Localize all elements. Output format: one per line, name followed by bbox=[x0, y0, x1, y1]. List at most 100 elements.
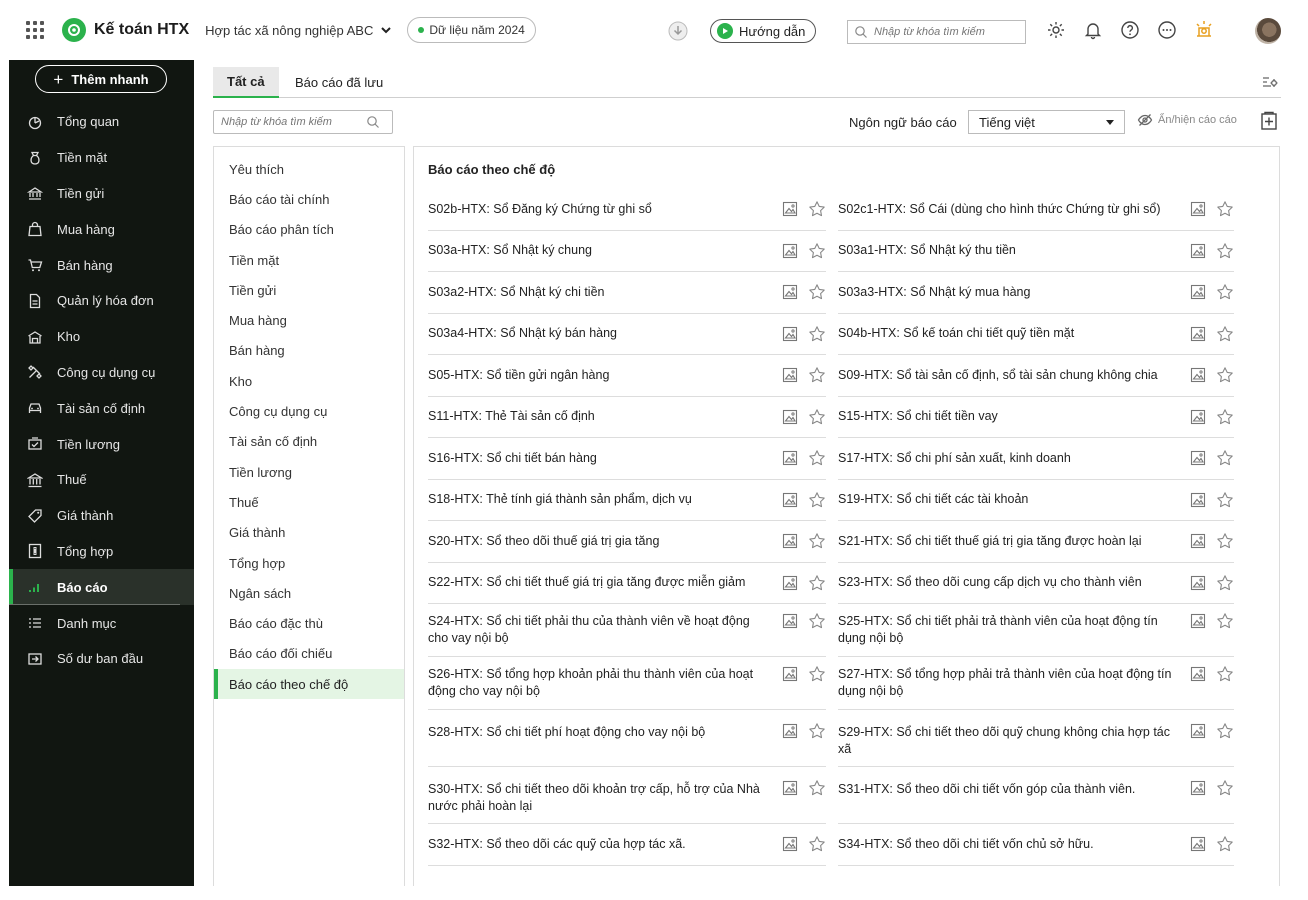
report-preview-icon[interactable] bbox=[782, 201, 798, 217]
star-favorite-icon[interactable] bbox=[808, 325, 826, 343]
report-item[interactable]: S02b-HTX: Sổ Đăng ký Chứng từ ghi sổ bbox=[428, 189, 826, 231]
report-name[interactable]: S22-HTX: Sổ chi tiết thuế giá trị gia tă… bbox=[428, 574, 745, 591]
report-item[interactable]: S23-HTX: Sổ theo dõi cung cấp dịch vụ ch… bbox=[838, 563, 1234, 604]
report-name[interactable]: S16-HTX: Sổ chi tiết bán hàng bbox=[428, 450, 597, 467]
report-preview-icon[interactable] bbox=[782, 243, 798, 259]
star-favorite-icon[interactable] bbox=[808, 722, 826, 740]
report-name[interactable]: S09-HTX: Sổ tài sản cố định, sổ tài sản … bbox=[838, 367, 1158, 384]
category-item[interactable]: Báo cáo tài chính bbox=[214, 184, 404, 214]
star-favorite-icon[interactable] bbox=[1216, 242, 1234, 260]
category-item[interactable]: Tổng hợp bbox=[214, 548, 404, 578]
report-preview-icon[interactable] bbox=[1190, 284, 1206, 300]
category-item[interactable]: Mua hàng bbox=[214, 305, 404, 335]
app-logo[interactable]: Kế toán HTX bbox=[62, 18, 189, 42]
star-favorite-icon[interactable] bbox=[1216, 408, 1234, 426]
sidebar-item[interactable]: Công cụ dụng cụ bbox=[9, 355, 194, 391]
report-name[interactable]: S05-HTX: Sổ tiền gửi ngân hàng bbox=[428, 367, 609, 384]
help-icon[interactable] bbox=[1119, 19, 1141, 41]
sidebar-item[interactable]: Báo cáo bbox=[9, 569, 194, 606]
report-preview-icon[interactable] bbox=[782, 284, 798, 300]
report-item[interactable]: S26-HTX: Sổ tổng hợp khoản phải thu thàn… bbox=[428, 657, 826, 710]
sidebar-item[interactable]: Giá thành bbox=[9, 498, 194, 534]
report-item[interactable]: S15-HTX: Sổ chi tiết tiền vay bbox=[838, 397, 1234, 438]
sidebar-item[interactable]: Kho bbox=[9, 319, 194, 355]
report-name[interactable]: S27-HTX: Sổ tổng hợp phải trả thành viên… bbox=[838, 666, 1172, 700]
report-name[interactable]: S15-HTX: Sổ chi tiết tiền vay bbox=[838, 408, 998, 425]
report-name[interactable]: S03a4-HTX: Sổ Nhật ký bán hàng bbox=[428, 325, 617, 342]
report-preview-icon[interactable] bbox=[1190, 409, 1206, 425]
sidebar-item[interactable]: Tổng quan bbox=[9, 104, 194, 140]
report-preview-icon[interactable] bbox=[1190, 836, 1206, 852]
report-name[interactable]: S34-HTX: Sổ theo dõi chi tiết vốn chủ sở… bbox=[838, 836, 1094, 853]
star-favorite-icon[interactable] bbox=[1216, 449, 1234, 467]
category-item[interactable]: Báo cáo đặc thù bbox=[214, 608, 404, 638]
report-search[interactable] bbox=[213, 110, 393, 134]
report-preview-icon[interactable] bbox=[1190, 492, 1206, 508]
report-preview-icon[interactable] bbox=[782, 492, 798, 508]
report-item[interactable]: S03a2-HTX: Sổ Nhật ký chi tiền bbox=[428, 272, 826, 314]
tab-saved-reports[interactable]: Báo cáo đã lưu bbox=[281, 67, 397, 98]
star-favorite-icon[interactable] bbox=[1216, 574, 1234, 592]
report-item[interactable]: S03a3-HTX: Sổ Nhật ký mua hàng bbox=[838, 272, 1234, 314]
report-item[interactable]: S29-HTX: Sổ chi tiết theo dõi quỹ chung … bbox=[838, 710, 1234, 767]
report-item[interactable]: S05-HTX: Sổ tiền gửi ngân hàng bbox=[428, 355, 826, 397]
filter-settings-icon[interactable] bbox=[1261, 74, 1279, 90]
report-preview-icon[interactable] bbox=[1190, 243, 1206, 259]
star-favorite-icon[interactable] bbox=[808, 665, 826, 683]
category-item[interactable]: Tiền mặt bbox=[214, 245, 404, 275]
report-item[interactable]: S03a-HTX: Sổ Nhật ký chung bbox=[428, 231, 826, 272]
star-favorite-icon[interactable] bbox=[1216, 283, 1234, 301]
report-search-input[interactable] bbox=[221, 116, 366, 128]
report-item[interactable]: S25-HTX: Sổ chi tiết phải trả thành viên… bbox=[838, 604, 1234, 657]
report-item[interactable]: S18-HTX: Thẻ tính giá thành sản phẩm, dị… bbox=[428, 480, 826, 521]
star-favorite-icon[interactable] bbox=[1216, 366, 1234, 384]
sidebar-item[interactable]: Tiền gửi bbox=[9, 176, 194, 212]
report-name[interactable]: S04b-HTX: Sổ kế toán chi tiết quỹ tiền m… bbox=[838, 325, 1074, 342]
sidebar-item[interactable]: Tiền lương bbox=[9, 426, 194, 462]
star-favorite-icon[interactable] bbox=[1216, 325, 1234, 343]
app-grid-icon[interactable] bbox=[24, 19, 46, 41]
report-item[interactable]: S32-HTX: Sổ theo dõi các quỹ của hợp tác… bbox=[428, 824, 826, 866]
star-favorite-icon[interactable] bbox=[808, 200, 826, 218]
sidebar-item[interactable]: Tiền mặt bbox=[9, 140, 194, 176]
star-favorite-icon[interactable] bbox=[1216, 665, 1234, 683]
category-item[interactable]: Kho bbox=[214, 366, 404, 396]
quick-add-button[interactable]: + Thêm nhanh bbox=[35, 65, 167, 93]
report-item[interactable]: S17-HTX: Sổ chi phí sản xuất, kinh doanh bbox=[838, 438, 1234, 480]
report-item[interactable]: S03a4-HTX: Sổ Nhật ký bán hàng bbox=[428, 314, 826, 355]
sidebar-item[interactable]: Số dư ban đầu bbox=[9, 641, 194, 677]
report-preview-icon[interactable] bbox=[1190, 201, 1206, 217]
report-preview-icon[interactable] bbox=[1190, 723, 1206, 739]
star-favorite-icon[interactable] bbox=[808, 366, 826, 384]
report-name[interactable]: S03a-HTX: Sổ Nhật ký chung bbox=[428, 242, 592, 259]
star-favorite-icon[interactable] bbox=[808, 408, 826, 426]
sidebar-item[interactable]: Danh mục bbox=[9, 605, 194, 641]
category-item[interactable]: Thuế bbox=[214, 487, 404, 517]
report-preview-icon[interactable] bbox=[782, 409, 798, 425]
category-item[interactable]: Công cụ dụng cụ bbox=[214, 396, 404, 426]
report-preview-icon[interactable] bbox=[1190, 533, 1206, 549]
category-item[interactable]: Tài sản cố định bbox=[214, 427, 404, 457]
category-item[interactable]: Tiền gửi bbox=[214, 275, 404, 305]
report-name[interactable]: S02b-HTX: Sổ Đăng ký Chứng từ ghi sổ bbox=[428, 201, 652, 218]
report-name[interactable]: S18-HTX: Thẻ tính giá thành sản phẩm, dị… bbox=[428, 491, 692, 508]
report-item[interactable]: S30-HTX: Sổ chi tiết theo dõi khoản trợ … bbox=[428, 767, 826, 824]
report-item[interactable]: S28-HTX: Sổ chi tiết phí hoạt động cho v… bbox=[428, 710, 826, 767]
global-search[interactable] bbox=[847, 20, 1026, 44]
report-name[interactable]: S29-HTX: Sổ chi tiết theo dõi quỹ chung … bbox=[838, 724, 1172, 758]
report-name[interactable]: S28-HTX: Sổ chi tiết phí hoạt động cho v… bbox=[428, 724, 705, 741]
report-name[interactable]: S11-HTX: Thẻ Tài sản cố định bbox=[428, 408, 595, 425]
category-item[interactable]: Bán hàng bbox=[214, 336, 404, 366]
star-favorite-icon[interactable] bbox=[1216, 491, 1234, 509]
report-preview-icon[interactable] bbox=[782, 450, 798, 466]
category-item[interactable]: Báo cáo đối chiếu bbox=[214, 639, 404, 669]
report-item[interactable]: S24-HTX: Sổ chi tiết phải thu của thành … bbox=[428, 604, 826, 657]
sidebar-item[interactable]: Tài sản cố định bbox=[9, 390, 194, 426]
sidebar-item[interactable]: Thuế bbox=[9, 462, 194, 498]
category-item[interactable]: Yêu thích bbox=[214, 154, 404, 184]
report-preview-icon[interactable] bbox=[1190, 326, 1206, 342]
global-search-input[interactable] bbox=[874, 26, 1024, 38]
report-name[interactable]: S03a3-HTX: Sổ Nhật ký mua hàng bbox=[838, 284, 1030, 301]
year-badge[interactable]: Dữ liệu năm 2024 bbox=[407, 17, 536, 43]
star-favorite-icon[interactable] bbox=[808, 242, 826, 260]
